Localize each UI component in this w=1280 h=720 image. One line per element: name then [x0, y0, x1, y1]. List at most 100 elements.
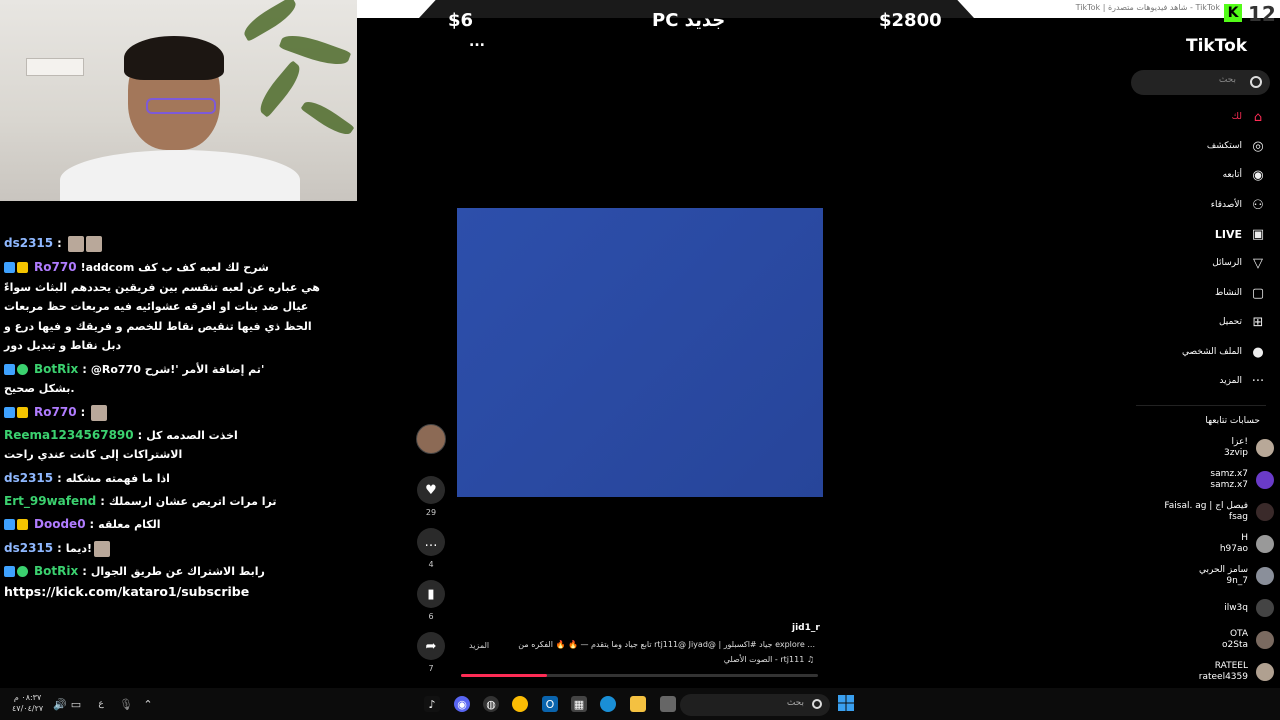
webcam-feed — [0, 0, 357, 201]
account-name: Faisal. ag | فيصل اج — [1164, 501, 1248, 511]
nav-item-live[interactable]: LIVE ▣ — [1215, 224, 1266, 244]
chat-text: دبل نقاط و تبديل دور — [4, 339, 122, 352]
video-more-link[interactable]: المزيد — [469, 641, 489, 650]
chat-username[interactable]: ds2315 — [4, 236, 53, 250]
comment-button[interactable]: … 4 — [416, 528, 446, 569]
share-icon: ➦ — [417, 632, 445, 660]
nav-label: النشاط — [1214, 288, 1242, 298]
video-player[interactable] — [457, 208, 823, 497]
discord-icon[interactable]: ◉ — [454, 696, 470, 712]
chat-text: اخذت الصدمه كل — [146, 429, 238, 442]
nav-label: المزيد — [1219, 376, 1242, 386]
nav-item-more[interactable]: المزيد ··· — [1219, 371, 1266, 391]
clock-time: ٠٨:٣٧ م — [13, 693, 42, 702]
chat-username[interactable]: Reema1234567890 — [4, 428, 134, 442]
like-button[interactable]: ♥ 29 — [416, 476, 446, 517]
nav-label: LIVE — [1214, 227, 1242, 241]
chat-username[interactable]: ds2315 — [4, 541, 53, 555]
video-description: تابع جياد وما يتقدم — 🔥 🔥 الفكره من rtj1… — [518, 640, 815, 649]
following-account[interactable]: samz.x7 samz.x7 — [1210, 466, 1274, 494]
person-shirt — [60, 150, 300, 201]
sidebar-divider — [1136, 405, 1266, 406]
following-account[interactable]: سامز الحربي 9n_7 — [1199, 562, 1274, 590]
chat-text: ديما! — [65, 542, 93, 555]
nav-item-activity[interactable]: النشاط ▢ — [1215, 283, 1266, 303]
start-button[interactable] — [837, 694, 855, 712]
following-account[interactable]: عزا! 3zvip — [1224, 434, 1274, 462]
kick-logo-icon: K — [1224, 4, 1242, 22]
task-view-icon[interactable] — [660, 696, 676, 712]
mic-icon[interactable]: 🎙 — [118, 696, 134, 712]
chat-username[interactable]: ds2315 — [4, 471, 53, 485]
creator-avatar[interactable] — [416, 424, 446, 454]
video-username[interactable]: jid1_r — [792, 623, 820, 633]
obs-icon[interactable]: ◍ — [483, 696, 499, 712]
avatar — [1256, 535, 1274, 553]
following-account[interactable]: OTA o2Sta — [1222, 626, 1274, 654]
taskbar-clock[interactable]: ٠٨:٣٧ م ٤٧/٠٤/٢٧ — [12, 692, 43, 714]
network-icon[interactable]: ▭ — [68, 696, 84, 712]
following-account[interactable]: RATEEL rateel4359 — [1199, 658, 1274, 686]
chat-username[interactable]: Ert_99wafend — [4, 494, 96, 508]
following-account[interactable]: Hh97ao — [1220, 530, 1274, 558]
compass-icon: ◎ — [1252, 138, 1264, 154]
file-explorer-icon[interactable] — [630, 696, 646, 712]
chat-username[interactable]: BotRix — [34, 362, 78, 376]
nav-item-following[interactable]: أتابعه ◉ — [1223, 165, 1266, 185]
outlook-icon[interactable]: O — [542, 696, 558, 712]
bookmark-icon: ▮ — [417, 580, 445, 608]
tiktok-logo[interactable]: TikTok — [1186, 36, 1247, 56]
tiktok-search-input[interactable]: بحث — [1131, 70, 1270, 95]
store-icon[interactable]: ▦ — [571, 696, 587, 712]
avatar — [1256, 631, 1274, 649]
nav-label: لك — [1231, 112, 1242, 122]
chat-sep: : — [85, 517, 99, 531]
screen: $6 PC جديد $2800 TikTok | شاهد فيديوهات … — [0, 0, 1280, 720]
chat-username[interactable]: Doode0 — [34, 517, 86, 531]
comment-icon: … — [417, 528, 445, 556]
nav-item-foryou[interactable]: لك ⌂ — [1232, 107, 1266, 127]
chat-sep: : — [53, 541, 66, 555]
avatar — [1256, 503, 1274, 521]
chrome-icon[interactable] — [512, 696, 528, 712]
nav-item-profile[interactable]: الملف الشخصي ● — [1182, 342, 1266, 362]
tiktok-app-icon[interactable]: ♪ — [424, 696, 440, 712]
account-name: H — [1241, 533, 1248, 543]
nav-item-explore[interactable]: استكشف ◎ — [1207, 136, 1266, 156]
chat-username[interactable]: BotRix — [34, 564, 78, 578]
emote-icon — [67, 235, 84, 252]
price-center-label: PC جديد — [652, 10, 726, 31]
search-icon[interactable] — [1250, 76, 1262, 88]
volume-icon[interactable]: 🔊 — [52, 696, 68, 712]
browser-tab-title[interactable]: TikTok | شاهد فيديوهات متصدرة - TikTok — [1076, 3, 1220, 12]
share-button[interactable]: ➦ 7 — [416, 632, 446, 673]
video-sound[interactable]: الصوت الأصلي - rtj111 ♫ — [724, 655, 814, 664]
following-account[interactable]: ilw3q — [1224, 594, 1274, 622]
taskbar-search[interactable]: بحث — [680, 694, 830, 716]
account-name: سامز الحربي — [1199, 565, 1248, 575]
chat-text: الاشتراكات إلى كانت عندي راحت — [4, 448, 183, 461]
chat-message-cont: بشكل صحيح. — [4, 378, 75, 399]
subscribe-link[interactable]: https://kick.com/kataro1/subscribe — [4, 582, 249, 602]
account-handle: 9n_7 — [1226, 576, 1248, 586]
video-progress-bar[interactable] — [461, 674, 818, 677]
nav-item-friends[interactable]: الأصدقاء ⚇ — [1211, 195, 1266, 215]
home-icon: ⌂ — [1253, 109, 1263, 125]
activity-icon: ▢ — [1251, 285, 1265, 301]
following-account[interactable]: Faisal. ag | فيصل اج fsag — [1164, 498, 1274, 526]
chat-username[interactable]: Ro770 — [34, 405, 77, 419]
chat-username[interactable]: Ro770 — [34, 260, 77, 274]
edge-icon[interactable] — [600, 696, 616, 712]
avatar — [1256, 567, 1274, 585]
nav-label: أتابعه — [1222, 170, 1242, 180]
save-button[interactable]: ▮ 6 — [416, 580, 446, 621]
chat-message-cont: دبل نقاط و تبديل دور — [4, 335, 121, 356]
chat-text: عيال ضد بنات او افرقه عشوائيه فيه مربعات… — [4, 300, 309, 313]
chevron-up-icon[interactable]: ⌃ — [140, 696, 156, 712]
chat-text: @Ro770 تم إضافة الأمر '!شرح' — [90, 363, 265, 376]
avatar — [1256, 439, 1274, 457]
nav-item-messages[interactable]: الرسائل ▽ — [1212, 253, 1266, 273]
nav-item-upload[interactable]: تحميل ⊞ — [1219, 312, 1266, 332]
language-indicator[interactable]: ع — [93, 696, 109, 712]
video-more-options[interactable]: ... — [469, 34, 485, 50]
